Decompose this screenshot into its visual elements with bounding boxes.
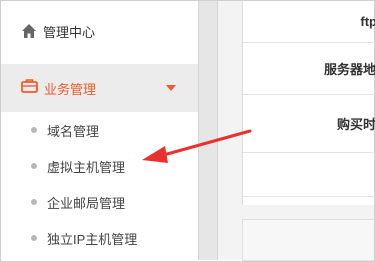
sidebar-item-home-label: 管理中心 (43, 24, 96, 40)
briefcase-icon (21, 78, 38, 98)
sidebar-subitem-label: 虚拟主机管理 (47, 159, 126, 175)
table-row-label: 服务器地 (323, 62, 375, 77)
sidebar-item-business-label: 业务管理 (44, 81, 97, 97)
table-row: 服务器地 (243, 43, 375, 95)
sidebar-subitem-label: 域名管理 (47, 123, 100, 139)
table-row-label: 购买时 (336, 117, 375, 132)
sidebar-item-home[interactable]: 管理中心 (1, 1, 198, 61)
sidebar-subitem-label: 独立IP主机管理 (47, 231, 138, 247)
bullet-icon (31, 127, 37, 133)
table-row-label: ftp (360, 14, 375, 29)
sidebar-subitem-virtual-host[interactable]: 虚拟主机管理 (1, 151, 198, 181)
scrollbar-gutter[interactable] (198, 1, 218, 260)
home-icon (21, 23, 37, 39)
sidebar-subitem-domain[interactable]: 域名管理 (1, 115, 198, 145)
sidebar-item-business[interactable]: 业务管理 (1, 64, 198, 112)
footer-panel (242, 219, 374, 261)
sidebar-subitem-dedicated-ip[interactable]: 独立IP主机管理 (1, 223, 198, 253)
sidebar-subitem-mail[interactable]: 企业邮局管理 (1, 187, 198, 217)
chevron-down-icon[interactable] (166, 85, 176, 91)
table-row (243, 153, 375, 197)
table-row: 购买时 (243, 95, 375, 153)
content-area: ftp 服务器地 购买时 (218, 1, 375, 261)
info-table: ftp 服务器地 购买时 (242, 1, 375, 205)
sidebar-subitem-label: 企业邮局管理 (47, 195, 126, 211)
table-row: ftp (243, 1, 375, 43)
bullet-icon (31, 163, 37, 169)
bullet-icon (31, 235, 37, 241)
bullet-icon (31, 199, 37, 205)
sidebar: 管理中心 业务管理 域名管理 虚拟主机管理 企业邮局管理 独立IP主机管理 (1, 1, 198, 260)
